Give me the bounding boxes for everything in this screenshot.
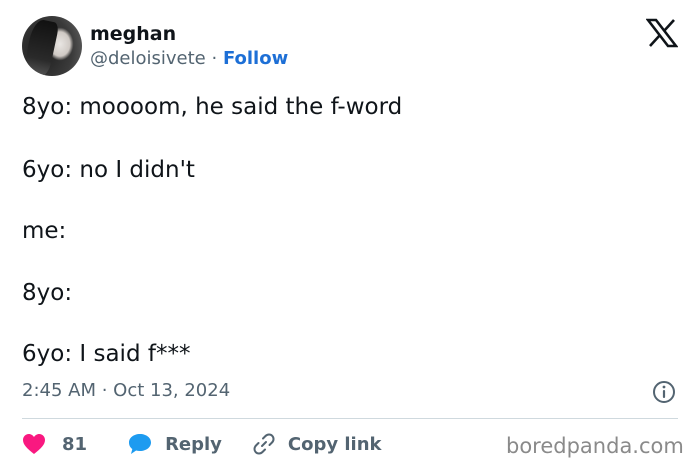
follow-button[interactable]: Follow <box>223 48 288 69</box>
tweet-line-4: 8yo: <box>22 280 73 306</box>
tweet-timestamp[interactable]: 2:45 AM · Oct 13, 2024 <box>22 378 230 404</box>
author-avatar[interactable] <box>22 16 82 76</box>
tweet-line-1: 8yo: moooom, he said the f-word <box>22 94 403 120</box>
action-bar: 81 Reply Copy link <box>22 430 382 458</box>
link-icon <box>253 433 275 455</box>
reply-label: Reply <box>165 433 222 455</box>
author-handle[interactable]: @deloisivete <box>90 48 206 69</box>
author-handle-row: @deloisivete · Follow <box>90 47 288 71</box>
reply-button[interactable]: Reply <box>127 432 222 456</box>
x-logo-icon[interactable] <box>646 18 678 48</box>
copy-link-button[interactable]: Copy link <box>252 432 382 456</box>
handle-separator: · <box>205 48 223 69</box>
like-count: 81 <box>62 433 88 455</box>
tweet-line-5: 6yo: I said f*** <box>22 341 191 367</box>
divider <box>22 418 678 419</box>
watermark: boredpanda.com <box>506 434 684 458</box>
tweet-line-2: 6yo: no I didn't <box>22 157 195 183</box>
reply-bubble-icon <box>129 434 152 454</box>
like-button[interactable]: 81 <box>22 433 87 455</box>
heart-icon <box>23 434 45 454</box>
tweet-line-3: me: <box>22 218 67 244</box>
author-name[interactable]: meghan <box>90 22 176 46</box>
copy-link-label: Copy link <box>287 433 382 455</box>
info-icon[interactable] <box>652 380 676 404</box>
